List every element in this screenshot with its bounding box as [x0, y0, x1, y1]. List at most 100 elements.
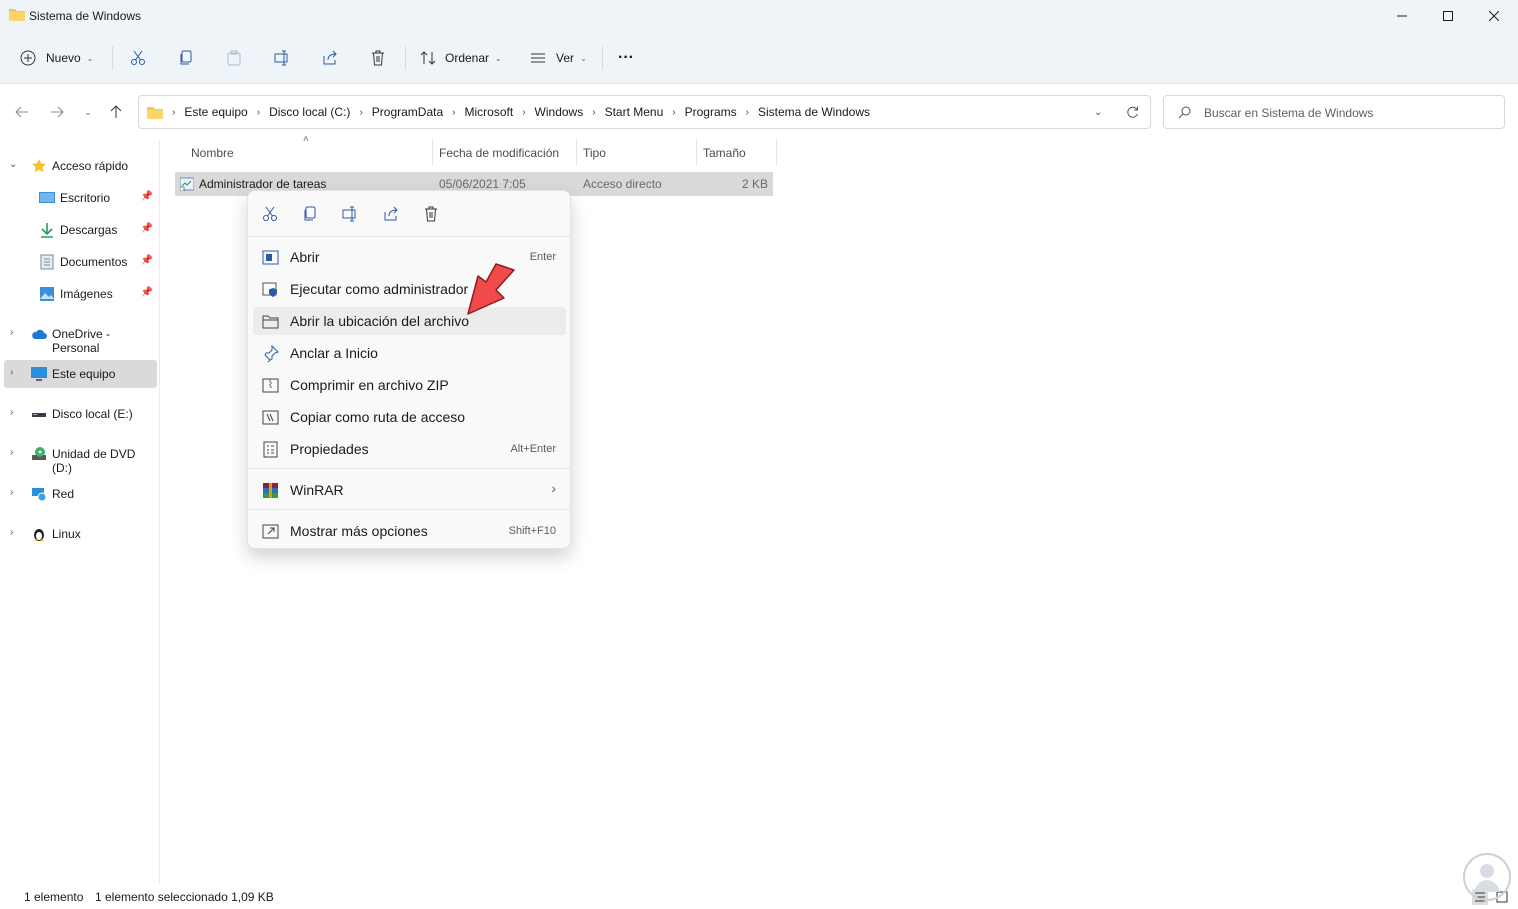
menu-item-label: Comprimir en archivo ZIP — [290, 377, 449, 393]
address-row: ⌄ › Este equipo › Disco local (C:) › Pro… — [0, 85, 1518, 139]
menu-item-label: Copiar como ruta de acceso — [290, 409, 466, 425]
menu-item-label: Abrir la ubicación del archivo — [290, 313, 469, 329]
column-header-modified[interactable]: Fecha de modificación — [439, 140, 559, 166]
new-button[interactable]: Nuevo ⌄ — [20, 42, 93, 74]
desktop-icon — [39, 192, 55, 203]
close-button[interactable] — [1471, 0, 1517, 32]
column-header-size[interactable]: Tamaño — [703, 140, 746, 166]
up-button[interactable] — [104, 99, 128, 125]
column-header-name[interactable]: Nombre — [191, 140, 234, 166]
menu-item-label: Ejecutar como administrador — [290, 281, 469, 297]
menu-item-copy-as-path[interactable]: Copiar como ruta de acceso — [253, 403, 566, 431]
address-bar[interactable]: › Este equipo › Disco local (C:) › Progr… — [138, 95, 1151, 129]
scissors-icon — [131, 50, 145, 65]
annotation-arrow-icon — [467, 263, 515, 315]
sidebar-item-pictures[interactable]: Imágenes 📌 — [4, 280, 157, 308]
menu-item-compress-zip[interactable]: Comprimir en archivo ZIP — [253, 371, 566, 399]
sidebar-item-label: Red — [52, 487, 75, 501]
sidebar-item-drive-e[interactable]: › Disco local (E:) — [4, 400, 157, 428]
navigation-pane: ⌄ Acceso rápido Escritorio 📌 Descargas 📌… — [0, 140, 160, 884]
sidebar-item-desktop[interactable]: Escritorio 📌 — [4, 184, 157, 212]
refresh-button[interactable] — [1126, 96, 1139, 128]
menu-item-shortcut: Enter — [529, 251, 556, 263]
toolbar-divider — [405, 46, 406, 70]
breadcrumb-item[interactable]: ProgramData — [372, 105, 443, 119]
cut-button[interactable] — [122, 42, 154, 74]
share-button[interactable] — [314, 42, 346, 74]
breadcrumb-item[interactable]: Este equipo — [184, 105, 247, 119]
sidebar-item-quick-access[interactable]: ⌄ Acceso rápido — [4, 152, 157, 180]
new-label: Nuevo — [46, 51, 81, 65]
breadcrumb-item[interactable]: Programs — [685, 105, 737, 119]
breadcrumb-item[interactable]: Windows — [535, 105, 584, 119]
close-icon — [1489, 11, 1499, 21]
menu-divider — [248, 509, 570, 510]
context-share-button[interactable] — [380, 203, 402, 225]
folder-icon — [9, 9, 25, 21]
forward-button[interactable] — [45, 99, 69, 125]
column-divider[interactable] — [696, 140, 697, 166]
maximize-button[interactable] — [1425, 0, 1471, 32]
sidebar-item-onedrive[interactable]: › OneDrive - Personal — [4, 320, 157, 355]
context-cut-button[interactable] — [259, 203, 281, 225]
copy-button[interactable] — [170, 42, 202, 74]
path-icon — [262, 410, 279, 425]
column-header-label: Tipo — [583, 146, 606, 160]
back-button[interactable] — [10, 99, 34, 125]
column-header-type[interactable]: Tipo — [583, 140, 606, 166]
menu-item-properties[interactable]: Propiedades Alt+Enter — [253, 435, 566, 463]
download-icon — [41, 223, 53, 238]
column-divider[interactable] — [432, 140, 433, 166]
paste-button[interactable] — [218, 42, 250, 74]
refresh-icon — [1127, 106, 1138, 118]
sidebar-item-network[interactable]: › Red — [4, 480, 157, 508]
toolbar-divider — [602, 46, 603, 70]
see-more-button[interactable]: ··· — [618, 42, 634, 74]
menu-item-pin-to-start[interactable]: Anclar a Inicio — [253, 339, 566, 367]
chevron-right-icon: › — [359, 106, 363, 118]
minimize-button[interactable] — [1379, 0, 1425, 32]
chevron-right-icon: › — [10, 367, 14, 378]
sort-button[interactable]: Ordenar ⌄ — [420, 42, 502, 74]
context-menu: Abrir Enter Ejecutar como administrador … — [247, 190, 571, 549]
chevron-right-icon: › — [592, 106, 596, 118]
menu-item-label: Abrir — [290, 249, 320, 265]
sidebar-item-documents[interactable]: Documentos 📌 — [4, 248, 157, 276]
column-divider[interactable] — [576, 140, 577, 166]
sidebar-item-label: Acceso rápido — [52, 159, 129, 173]
recent-locations-button[interactable]: ⌄ — [76, 99, 100, 125]
menu-item-winrar[interactable]: WinRAR › — [253, 476, 566, 504]
breadcrumb-item[interactable]: Microsoft — [465, 105, 514, 119]
delete-button[interactable] — [362, 42, 394, 74]
sidebar-item-downloads[interactable]: Descargas 📌 — [4, 216, 157, 244]
view-button[interactable]: Ver ⌄ — [530, 42, 587, 74]
breadcrumb-item[interactable]: Disco local (C:) — [269, 105, 350, 119]
sidebar-item-label: Unidad de DVD (D:) — [52, 447, 136, 475]
context-copy-button[interactable] — [299, 203, 321, 225]
breadcrumb-item[interactable]: Sistema de Windows — [758, 105, 870, 119]
chevron-down-icon: ⌄ — [84, 106, 92, 117]
sidebar-item-label: Documentos — [60, 255, 128, 269]
pin-icon: 📌 — [140, 255, 153, 266]
chevron-right-icon: › — [10, 327, 14, 338]
menu-item-show-more-options[interactable]: Mostrar más opciones Shift+F10 — [253, 517, 566, 545]
sidebar-item-this-pc[interactable]: › Este equipo — [4, 360, 157, 388]
chevron-right-icon: › — [10, 407, 14, 418]
chevron-right-icon: › — [522, 106, 526, 118]
context-delete-button[interactable] — [420, 203, 442, 225]
breadcrumb-item[interactable]: Start Menu — [605, 105, 664, 119]
search-input[interactable]: Buscar en Sistema de Windows — [1163, 95, 1505, 129]
menu-item-shortcut: Shift+F10 — [508, 525, 556, 537]
shield-icon — [262, 282, 277, 297]
sidebar-item-dvd-d[interactable]: › Unidad de DVD (D:) — [4, 440, 157, 475]
rename-button[interactable] — [266, 42, 298, 74]
network-icon — [32, 488, 47, 502]
sidebar-item-label: Imágenes — [60, 287, 113, 301]
sidebar-item-linux[interactable]: › Linux — [4, 520, 157, 548]
column-divider[interactable] — [776, 140, 777, 166]
context-rename-button[interactable] — [339, 203, 361, 225]
address-history-button[interactable]: ⌄ — [1094, 96, 1102, 128]
chevron-right-icon: › — [172, 106, 176, 118]
sidebar-item-label: Escritorio — [60, 191, 111, 205]
menu-item-label: Propiedades — [290, 441, 369, 457]
